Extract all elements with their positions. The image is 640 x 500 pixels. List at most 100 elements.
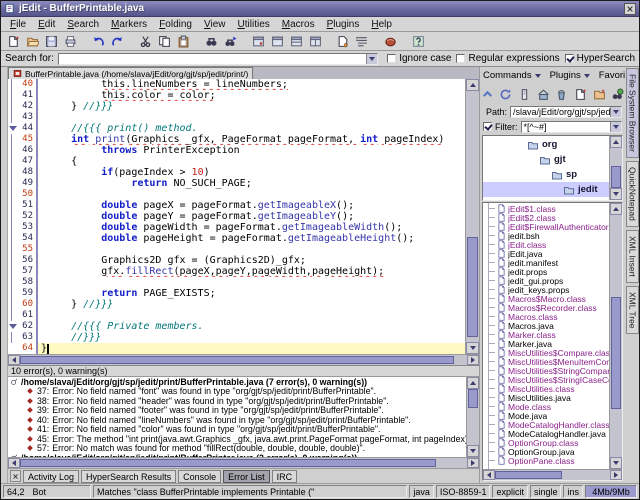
scroll-down-icon[interactable] xyxy=(610,188,622,200)
file-list-hscroll[interactable] xyxy=(483,469,622,480)
split-vertical-icon[interactable] xyxy=(307,33,324,49)
scroll-left-icon[interactable] xyxy=(8,355,20,365)
scroll-up-icon[interactable] xyxy=(610,136,622,148)
dock-tab-file-system-browser[interactable]: File System Browser xyxy=(626,68,639,158)
redo-icon[interactable] xyxy=(109,33,126,49)
status-selection-mode[interactable]: single xyxy=(530,485,562,498)
code-line[interactable]: 64} xyxy=(8,343,465,354)
fsb-menu-commands[interactable]: Commands xyxy=(483,70,541,81)
path-dropdown-arrow-icon[interactable] xyxy=(610,107,621,117)
hypersearch-checkbox[interactable] xyxy=(565,54,574,63)
filter-input[interactable]: *[^~#] xyxy=(521,121,623,133)
menu-item-plugins[interactable]: Plugins xyxy=(321,19,366,30)
tree-item-gjt[interactable]: gjt xyxy=(483,152,609,167)
code-line[interactable]: 43 xyxy=(8,112,465,123)
play-macro-icon[interactable] xyxy=(382,33,399,49)
open-file-icon[interactable] xyxy=(24,33,41,49)
undo-icon[interactable] xyxy=(90,33,107,49)
path-input[interactable]: /slava/jEdit/org/gjt/sp/jedit xyxy=(510,106,622,118)
reload-icon[interactable] xyxy=(499,86,514,102)
home-directory-icon[interactable] xyxy=(536,86,551,102)
file-item[interactable]: jEdit.class xyxy=(483,240,609,249)
print-icon[interactable] xyxy=(62,33,79,49)
menu-item-edit[interactable]: Edit xyxy=(32,19,61,30)
new-file-icon[interactable] xyxy=(5,33,22,49)
code-line[interactable]: 62 //{{{ Private members. xyxy=(8,321,465,332)
tab-irc[interactable]: IRC xyxy=(272,470,298,483)
dock-tab-xml-insert[interactable]: XML Insert xyxy=(626,230,639,283)
menu-item-help[interactable]: Help xyxy=(365,19,398,30)
code-line[interactable]: 56 Graphics2D gfx = (Graphics2D)_gfx; xyxy=(8,255,465,266)
status-mode[interactable]: java xyxy=(409,485,434,498)
paste-icon[interactable] xyxy=(175,33,192,49)
editor-hscroll[interactable] xyxy=(8,354,479,365)
code-line[interactable]: 48 if(pageIndex > 10) xyxy=(8,167,465,178)
code-line[interactable]: 47 { xyxy=(8,156,465,167)
filter-dropdown-arrow-icon[interactable] xyxy=(610,122,621,132)
dock-tab-quicknotepad[interactable]: QuickNotepad xyxy=(626,161,639,227)
menu-item-utilities[interactable]: Utilities xyxy=(232,19,276,30)
code-line[interactable]: 63 //}}} xyxy=(8,332,465,343)
file-list-vscroll[interactable] xyxy=(609,203,622,469)
error-hscroll[interactable] xyxy=(8,457,479,468)
split-horizontal-icon[interactable] xyxy=(288,33,305,49)
code-line[interactable]: 59 return PAGE_EXISTS; xyxy=(8,288,465,299)
error-item[interactable]: 41:Error: No field named "color" was fou… xyxy=(8,425,466,435)
tree-item-sp[interactable]: sp xyxy=(483,167,609,182)
scroll-left-icon[interactable] xyxy=(483,470,495,480)
window-close-icon[interactable] xyxy=(624,3,636,15)
code-line[interactable]: 42 } //}}} xyxy=(8,101,465,112)
status-fold-mode[interactable]: explicit xyxy=(492,485,528,498)
menu-item-folding[interactable]: Folding xyxy=(153,19,198,30)
error-vscroll[interactable] xyxy=(466,377,479,457)
copy-icon[interactable] xyxy=(156,33,173,49)
code-line[interactable]: 58 xyxy=(8,277,465,288)
scroll-right-icon[interactable] xyxy=(467,355,479,365)
code-line[interactable]: 57 gfx.fillRect(pageX,pageY,pageWidth,pa… xyxy=(8,266,465,277)
code-line[interactable]: 45 int print(Graphics _gfx, PageFormat p… xyxy=(8,134,465,145)
code-line[interactable]: 53 double pageWidth = pageFormat.getImag… xyxy=(8,222,465,233)
code-line[interactable]: 44 //{{{ print() method. xyxy=(8,123,465,134)
new-file-icon[interactable] xyxy=(573,86,588,102)
menu-item-view[interactable]: View xyxy=(198,19,232,30)
code-line[interactable]: 50 xyxy=(8,189,465,200)
fold-marker-icon[interactable] xyxy=(8,123,15,134)
error-item[interactable]: 38:Error: No field named "header" was fo… xyxy=(8,396,466,406)
find-next-icon[interactable] xyxy=(222,33,239,49)
error-item[interactable]: 57:Error: No match was found for method … xyxy=(8,444,466,454)
global-options-icon[interactable] xyxy=(354,33,371,49)
fsb-menu-plugins[interactable]: Plugins xyxy=(550,70,590,81)
regular-expressions-checkbox[interactable] xyxy=(456,54,465,63)
code-line[interactable]: 49 return NO_SUCH_PAGE; xyxy=(8,178,465,189)
file-item[interactable]: jEdit$FirewallAuthenticator.class xyxy=(483,222,609,231)
status-overwrite-mode[interactable]: ins xyxy=(563,485,583,498)
ignore-case-checkbox[interactable] xyxy=(387,54,396,63)
save-icon[interactable] xyxy=(43,33,60,49)
tab-console[interactable]: Console xyxy=(178,470,221,483)
tree-item-org[interactable]: org xyxy=(483,137,609,152)
buffer-tab[interactable]: BufferPrintable.java (/home/slava/jEdit/… xyxy=(8,67,253,79)
tab-error-list[interactable]: Error List xyxy=(223,470,270,483)
root-directory-icon[interactable] xyxy=(517,86,532,102)
menu-item-file[interactable]: File xyxy=(4,19,32,30)
code-line[interactable]: 60 } //}}} xyxy=(8,299,465,310)
unsplit-icon[interactable] xyxy=(269,33,286,49)
code-line[interactable]: 40 this.lineNumbers = lineNumbers; xyxy=(8,79,465,90)
scroll-right-icon[interactable] xyxy=(467,458,479,468)
menu-item-macros[interactable]: Macros xyxy=(276,19,321,30)
search-dropdown-arrow-icon[interactable] xyxy=(366,54,377,64)
code-line[interactable]: 54 double pageHeight = pageFormat.getIma… xyxy=(8,233,465,244)
buffer-options-icon[interactable] xyxy=(335,33,352,49)
scroll-up-icon[interactable] xyxy=(466,79,479,91)
new-view-icon[interactable] xyxy=(250,33,267,49)
scroll-up-icon[interactable] xyxy=(467,377,479,389)
error-item[interactable]: 45:Error: The method "int print(java.awt… xyxy=(8,434,466,444)
search-input[interactable] xyxy=(58,53,378,65)
scroll-down-icon[interactable] xyxy=(610,457,622,469)
scroll-left-icon[interactable] xyxy=(8,458,20,468)
scroll-up-icon[interactable] xyxy=(610,203,622,215)
find-icon[interactable] xyxy=(203,33,220,49)
memory-indicator[interactable]: 4Mb/9Mb xyxy=(585,485,637,498)
error-group[interactable]: /home/slava/jEdit/org/gjt/sp/jedit/print… xyxy=(8,377,466,387)
parent-directory-icon[interactable] xyxy=(480,86,495,102)
